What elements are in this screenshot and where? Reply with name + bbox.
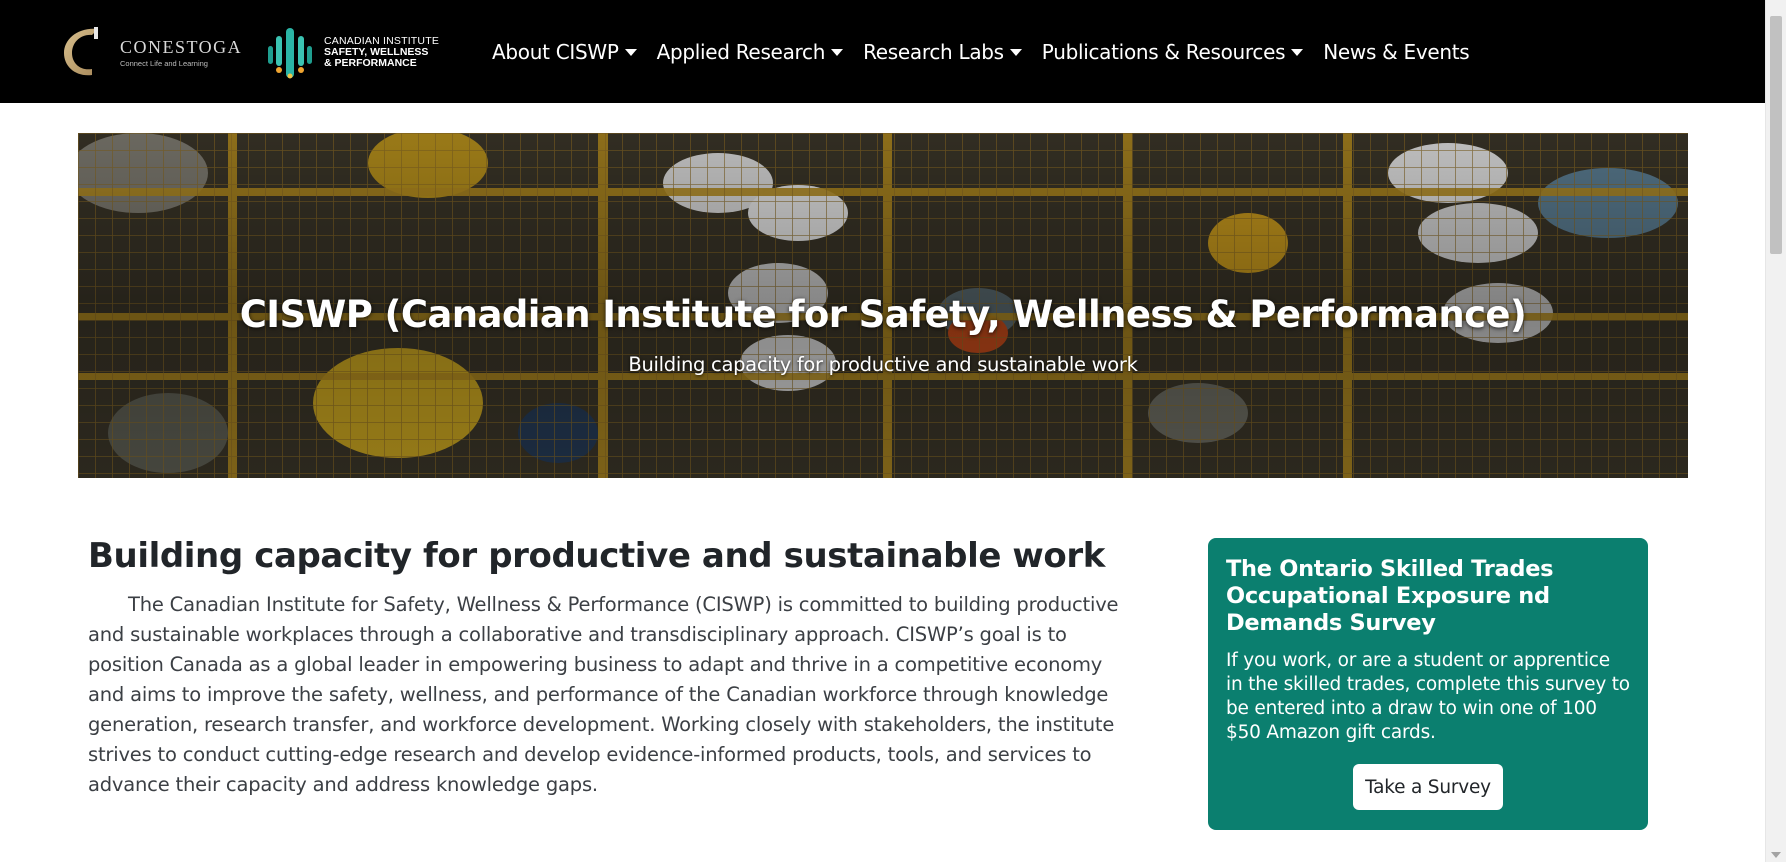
- chevron-down-icon: [1291, 49, 1304, 56]
- nav-publications-resources[interactable]: Publications & Resources: [1041, 39, 1304, 64]
- ciswp-logo-line1: CANADIAN INSTITUTE: [324, 34, 440, 47]
- conestoga-c-mark-icon: [64, 27, 98, 76]
- nav-about-ciswp-label: About CISWP: [492, 39, 619, 64]
- scroll-down-arrow-icon[interactable]: [1771, 852, 1781, 858]
- take-survey-button[interactable]: Take a Survey: [1353, 764, 1503, 810]
- nav-news-events-label: News & Events: [1323, 39, 1470, 64]
- survey-description: If you work, or are a student or apprent…: [1226, 650, 1630, 743]
- chevron-down-icon: [624, 49, 637, 56]
- chevron-down-icon: [831, 49, 844, 56]
- ciswp-logo-line3: & PERFORMANCE: [324, 56, 417, 69]
- hero-title: CISWP (Canadian Institute for Safety, We…: [239, 293, 1527, 336]
- ciswp-tree-logo-icon: [268, 28, 312, 79]
- nav-applied-research[interactable]: Applied Research: [656, 39, 844, 64]
- ciswp-logo-line2: SAFETY, WELLNESS: [324, 45, 429, 58]
- hero-banner: CISWP (Canadian Institute for Safety, We…: [78, 133, 1688, 478]
- hero-subtitle: Building capacity for productive and sus…: [628, 353, 1138, 376]
- survey-card: The Ontario Skilled Trades Occupational …: [1208, 538, 1648, 830]
- survey-title: The Ontario Skilled Trades Occupational …: [1226, 556, 1554, 636]
- page-scrollbar[interactable]: [1765, 0, 1786, 862]
- conestoga-wordmark: CONESTOGA: [120, 36, 243, 57]
- nav-about-ciswp[interactable]: About CISWP: [492, 40, 637, 64]
- ciswp-logo[interactable]: CANADIAN INSTITUTE SAFETY, WELLNESS & PE…: [264, 24, 439, 80]
- chevron-down-icon: [1009, 49, 1022, 56]
- top-navbar: CONESTOGA Connect Life and Learning CANA…: [0, 0, 1766, 103]
- nav-research-labs[interactable]: Research Labs: [863, 40, 1022, 64]
- nav-news-events[interactable]: News & Events: [1323, 40, 1469, 64]
- conestoga-logo[interactable]: CONESTOGA Connect Life and Learning: [58, 25, 242, 79]
- scrollbar-thumb[interactable]: [1770, 16, 1782, 254]
- conestoga-tagline: Connect Life and Learning: [120, 58, 208, 68]
- nav-research-labs-label: Research Labs: [863, 39, 1004, 64]
- intro-paragraph: The Canadian Institute for Safety, Welln…: [88, 593, 1119, 796]
- page-heading: Building capacity for productive and sus…: [88, 536, 1105, 576]
- nav-applied-research-label: Applied Research: [656, 39, 826, 64]
- nav-publications-resources-label: Publications & Resources: [1041, 39, 1286, 64]
- main-nav-menu: About CISWP Applied Research Research La…: [492, 0, 1489, 103]
